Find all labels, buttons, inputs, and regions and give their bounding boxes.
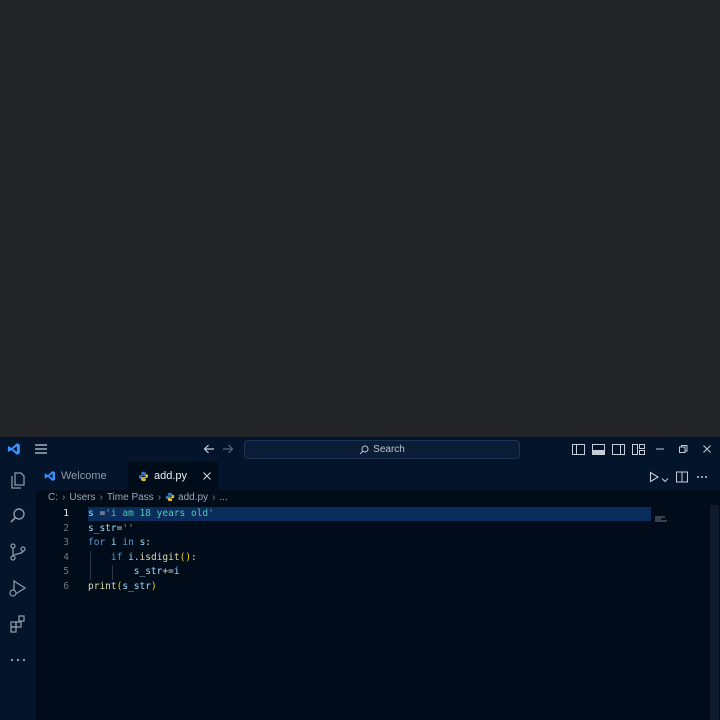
- python-icon: [165, 492, 175, 502]
- toggle-primary-sidebar-icon[interactable]: [570, 441, 586, 457]
- restore-icon[interactable]: [675, 441, 691, 457]
- chevron-right-icon: ›: [212, 491, 216, 503]
- tab-welcome[interactable]: Welcome: [36, 462, 128, 490]
- toggle-panel-icon[interactable]: [590, 441, 606, 457]
- search-box[interactable]: Search: [244, 440, 520, 459]
- code-text: for i in s:: [88, 537, 152, 548]
- search-label: Search: [373, 444, 405, 455]
- more-actions-icon[interactable]: [696, 470, 708, 488]
- menu-icon[interactable]: [33, 441, 49, 457]
- vscode-logo-icon: [6, 441, 22, 457]
- chevron-right-icon: ›: [157, 491, 162, 503]
- code-line[interactable]: 2 s_str='': [36, 522, 654, 536]
- tab-add-py[interactable]: add.py: [128, 462, 218, 490]
- activity-bar: [0, 462, 36, 720]
- tab-label: Welcome: [61, 470, 107, 482]
- line-number: 4: [63, 551, 69, 563]
- close-window-icon[interactable]: [699, 441, 715, 457]
- customize-layout-icon[interactable]: [630, 441, 646, 457]
- code-line[interactable]: 3 for i in s:: [36, 536, 654, 550]
- split-editor-icon[interactable]: [676, 470, 688, 488]
- code-text: s ='i am 18 years old': [88, 508, 214, 519]
- source-control-icon[interactable]: [7, 541, 29, 563]
- code-line[interactable]: 1 s ='i am 18 years old': [63, 507, 651, 521]
- more-icon[interactable]: [7, 649, 29, 671]
- line-number: 3: [63, 537, 69, 548]
- extensions-icon[interactable]: [7, 613, 29, 635]
- line-number: 5: [63, 566, 69, 577]
- chevron-right-icon: ›: [62, 491, 66, 503]
- explorer-icon[interactable]: [7, 469, 29, 491]
- breadcrumb-file[interactable]: add.py: [178, 492, 208, 503]
- line-number: 2: [63, 522, 69, 534]
- chevron-right-icon: ›: [99, 491, 103, 503]
- code-line[interactable]: 6 print(s_str): [36, 580, 654, 594]
- toggle-secondary-sidebar-icon[interactable]: [610, 441, 626, 457]
- desktop-background: [0, 0, 720, 437]
- code-text: print(s_str): [88, 580, 157, 592]
- chevron-down-icon[interactable]: [661, 471, 669, 489]
- line-number: 1: [63, 508, 69, 519]
- code-text: if i.isdigit():: [110, 551, 197, 563]
- close-tab-icon[interactable]: [202, 471, 212, 481]
- vscode-window: Search Welcome add.py C: › Users › Time …: [0, 437, 720, 720]
- code-line[interactable]: 5 s_str+=i: [36, 565, 654, 579]
- code-text: s_str+=i: [133, 566, 180, 577]
- minimize-icon[interactable]: [652, 441, 668, 457]
- breadcrumb-folder[interactable]: Time Pass: [107, 492, 154, 503]
- indent-guide: [112, 565, 113, 580]
- forward-arrow-icon[interactable]: [220, 441, 236, 457]
- breadcrumb: C: › Users › Time Pass › add.py › ...: [36, 490, 720, 504]
- breadcrumb-users[interactable]: Users: [69, 492, 95, 503]
- search-icon: [359, 445, 369, 454]
- search-activity-icon[interactable]: [7, 505, 29, 527]
- back-arrow-icon[interactable]: [201, 441, 217, 457]
- title-bar: Search: [0, 437, 720, 462]
- vertical-scrollbar[interactable]: [710, 505, 719, 720]
- breadcrumb-drive[interactable]: C:: [48, 492, 58, 503]
- python-icon: [138, 471, 149, 481]
- code-editor[interactable]: 1 s ='i am 18 years old' 2 s_str='' 3 for i i…: [36, 505, 720, 720]
- code-line[interactable]: 4 if i.isdigit():: [36, 551, 654, 565]
- code-text: s_str='': [88, 522, 134, 534]
- vscode-logo-icon: [44, 471, 55, 481]
- run-debug-icon[interactable]: [7, 577, 29, 599]
- editor-tabs: Welcome add.py: [36, 462, 720, 490]
- tab-label: add.py: [154, 470, 188, 482]
- line-number: 6: [63, 580, 69, 592]
- breadcrumb-symbols[interactable]: ...: [219, 492, 227, 503]
- run-file-icon[interactable]: [648, 470, 660, 488]
- indent-guide: [90, 550, 91, 580]
- minimap[interactable]: [655, 509, 669, 522]
